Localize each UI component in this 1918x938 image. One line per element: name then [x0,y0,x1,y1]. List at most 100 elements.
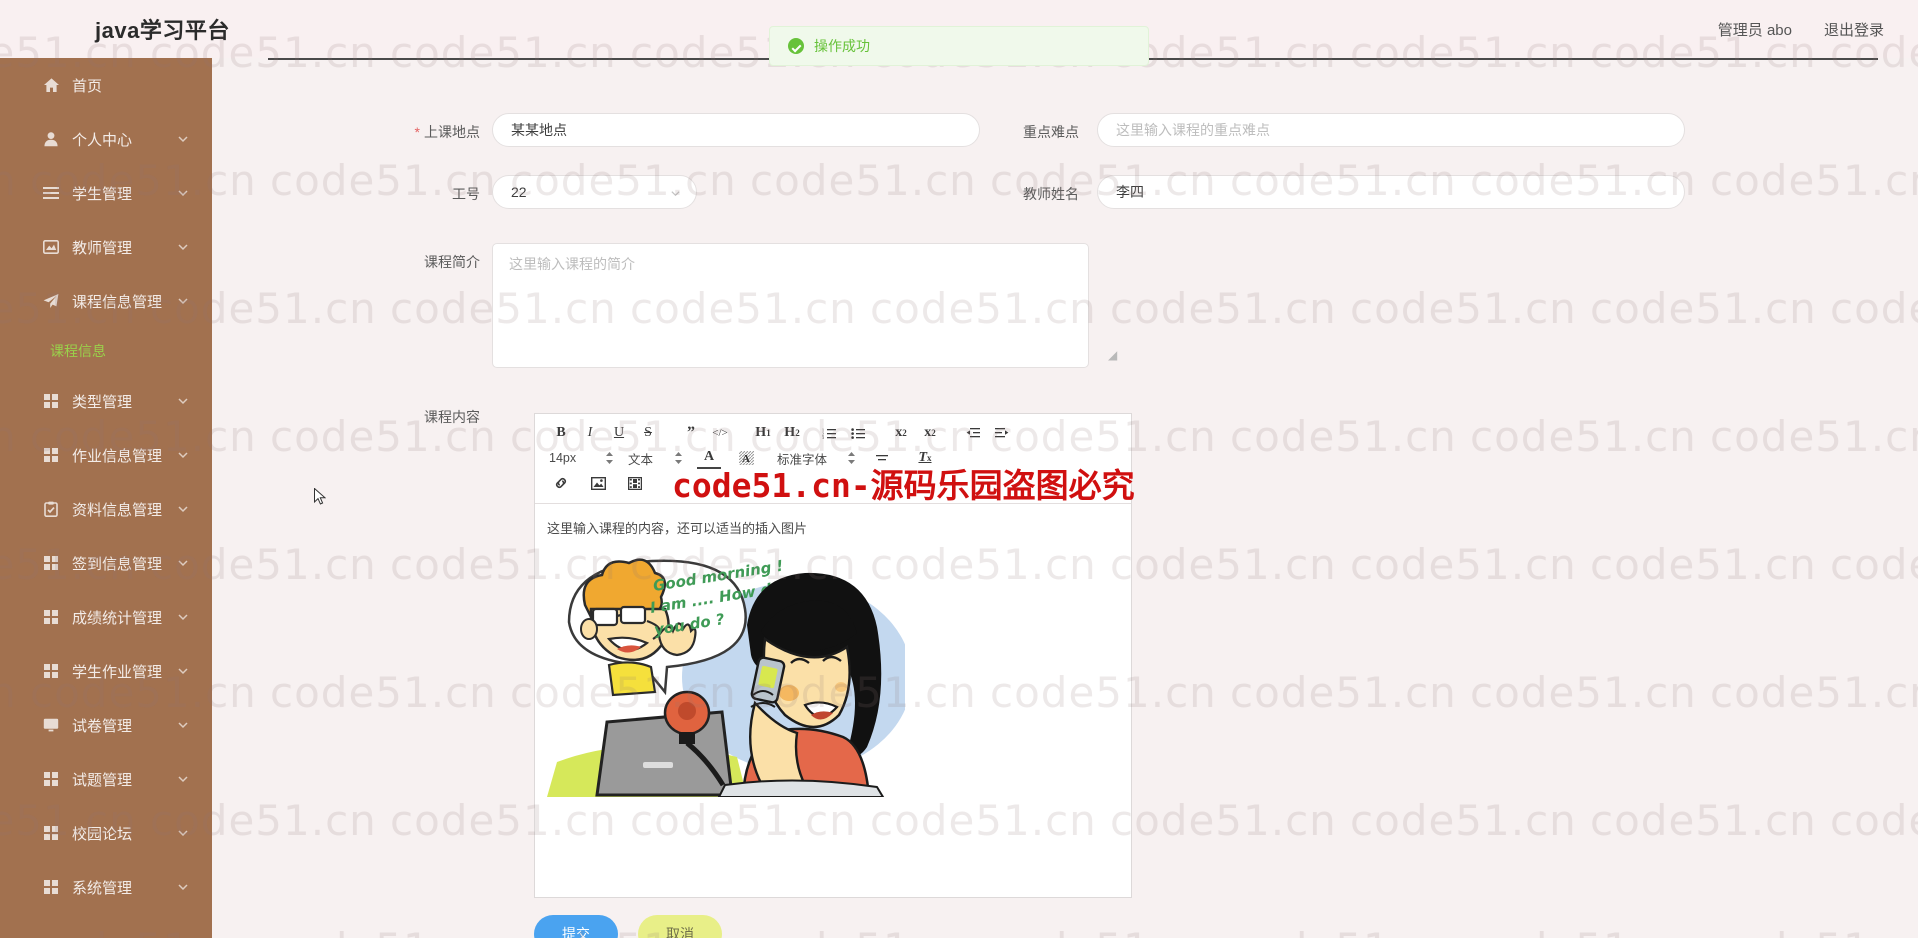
superscript-icon[interactable]: x2 [918,422,942,444]
sidebar-item-7[interactable]: 资料信息管理 [0,482,212,536]
grid-icon [42,662,60,680]
location-input[interactable] [492,113,980,147]
font-size-select[interactable]: 14px [549,447,614,469]
grid-icon [42,824,60,842]
stepper-icon [605,451,614,465]
subscript-icon[interactable]: x2 [889,422,913,444]
chevron-down-icon [176,718,190,732]
page-root: java学习平台 管理员 abo 退出登录 首页个人中心学生管理教师管理课程信息… [0,0,1918,938]
indent-icon[interactable] [990,422,1014,444]
editor-toolbar-row-3 [549,471,1117,495]
sidebar-item-5[interactable]: 类型管理 [0,374,212,428]
blockquote-icon[interactable]: ” [679,422,703,444]
current-user-label: 管理员 abo [1717,21,1792,39]
textarea-resize-grip[interactable]: ◢ [1108,348,1117,362]
grid-icon [42,608,60,626]
key-points-input[interactable] [1097,113,1685,147]
insert-video-icon[interactable] [623,472,647,494]
align-icon[interactable] [870,447,894,469]
sidebar-item-11[interactable]: 试卷管理 [0,698,212,752]
sidebar-item-label: 签到信息管理 [72,555,163,573]
field-row-location: * 上课地点 [212,113,980,147]
chevron-down-icon [176,448,190,462]
home-icon [42,76,60,94]
italic-icon[interactable]: I [578,422,602,444]
font-family-select[interactable]: 标准字体 [777,447,856,469]
sidebar-item-1[interactable]: 个人中心 [0,112,212,166]
sidebar-item-label: 成绩统计管理 [72,609,163,627]
sidebar-item-3[interactable]: 教师管理 [0,220,212,274]
grid-icon [42,770,60,788]
editor-toolbar-row-2: 14px 文本 A A 标准字体 T x [549,445,1117,471]
required-asterisk: * [414,124,420,140]
heading2-icon[interactable]: H2 [780,422,804,444]
sidebar-item-10[interactable]: 学生作业管理 [0,644,212,698]
sidebar-subitem-course-info[interactable]: 课程信息 [0,328,212,374]
editor-content-area[interactable]: 这里输入课程的内容，还可以适当的插入图片 Good morning ! I am… [535,504,1131,894]
cartoon-illustration: Good morning ! I am .... How do you do ? [547,547,905,797]
rich-text-editor: B I U S ” </> H1 H2 123 x 2 x 2 14px 文本 … [534,413,1132,898]
staff-no-value[interactable] [492,175,697,209]
text-color-icon[interactable]: A [697,447,721,469]
sidebar-item-label: 个人中心 [72,131,133,149]
field-row-key-points: 重点难点 [999,113,1685,147]
teacher-name-input[interactable] [1097,175,1685,209]
insert-image-icon[interactable] [586,472,610,494]
list-icon [42,184,60,202]
strikethrough-icon[interactable]: S [636,422,660,444]
header-user-area: 管理员 abo 退出登录 [1718,0,1884,58]
background-color-icon[interactable]: A [734,447,758,469]
underline-icon[interactable]: U [607,422,631,444]
chevron-down-icon [176,394,190,408]
field-row-intro: 课程简介 [212,243,1089,368]
editor-body-text: 这里输入课程的内容，还可以适当的插入图片 [547,521,808,536]
label-key-points: 重点难点 [1023,124,1079,140]
text-style-select[interactable]: 文本 [628,447,683,469]
grid-icon [42,878,60,896]
sidebar-item-12[interactable]: 试题管理 [0,752,212,806]
heading1-icon[interactable]: H1 [751,422,775,444]
svg-text:3: 3 [822,435,824,439]
outdent-icon[interactable] [961,422,985,444]
sidebar-item-13[interactable]: 校园论坛 [0,806,212,860]
sidebar-nav: 首页个人中心学生管理教师管理课程信息管理 课程信息类型管理作业信息管理 资料信息管理… [0,58,212,938]
sidebar-item-6[interactable]: 作业信息管理 [0,428,212,482]
chevron-down-icon [176,826,190,840]
sidebar-item-label: 教师管理 [72,239,133,257]
chevron-down-icon [176,240,190,254]
chevron-down-icon [176,294,190,308]
sidebar-item-0[interactable]: 首页 [0,58,212,112]
sidebar-item-label: 类型管理 [72,393,133,411]
sidebar-item-label: 学生作业管理 [72,663,163,681]
ordered-list-icon[interactable]: 123 [817,422,841,444]
label-location: * 上课地点 [414,124,480,140]
intro-textarea[interactable] [492,243,1089,368]
main-content: *上课地点 重点难点 工号 教师姓名 课程简介 [212,58,1918,938]
sidebar-item-9[interactable]: 成绩统计管理 [0,590,212,644]
bold-icon[interactable]: B [549,422,573,444]
sidebar-item-14[interactable]: 系统管理 [0,860,212,914]
sidebar-item-8[interactable]: 签到信息管理 [0,536,212,590]
submit-button[interactable]: 提交 [534,915,618,938]
label-staff-no: 工号 [452,186,480,202]
chevron-down-icon [176,610,190,624]
cancel-button[interactable]: 取消 [638,915,722,938]
user-icon [42,130,60,148]
card-icon [42,238,60,256]
stepper-icon [674,451,683,465]
code-icon[interactable]: </> [708,422,732,444]
stepper-icon [847,451,856,465]
link-icon[interactable] [549,472,573,494]
staff-no-select[interactable] [492,175,697,209]
svg-text:A: A [742,453,750,465]
sidebar-item-4[interactable]: 课程信息管理 [0,274,212,328]
chevron-down-icon [176,132,190,146]
logout-link[interactable]: 退出登录 [1824,19,1884,40]
app-brand-title: java学习平台 [95,18,230,43]
sidebar-item-2[interactable]: 学生管理 [0,166,212,220]
unordered-list-icon[interactable] [846,422,870,444]
text-style-value: 文本 [628,452,654,467]
toast-message: 操作成功 [814,38,870,54]
send-icon [42,292,60,310]
clear-format-icon[interactable]: Tx [913,447,937,469]
